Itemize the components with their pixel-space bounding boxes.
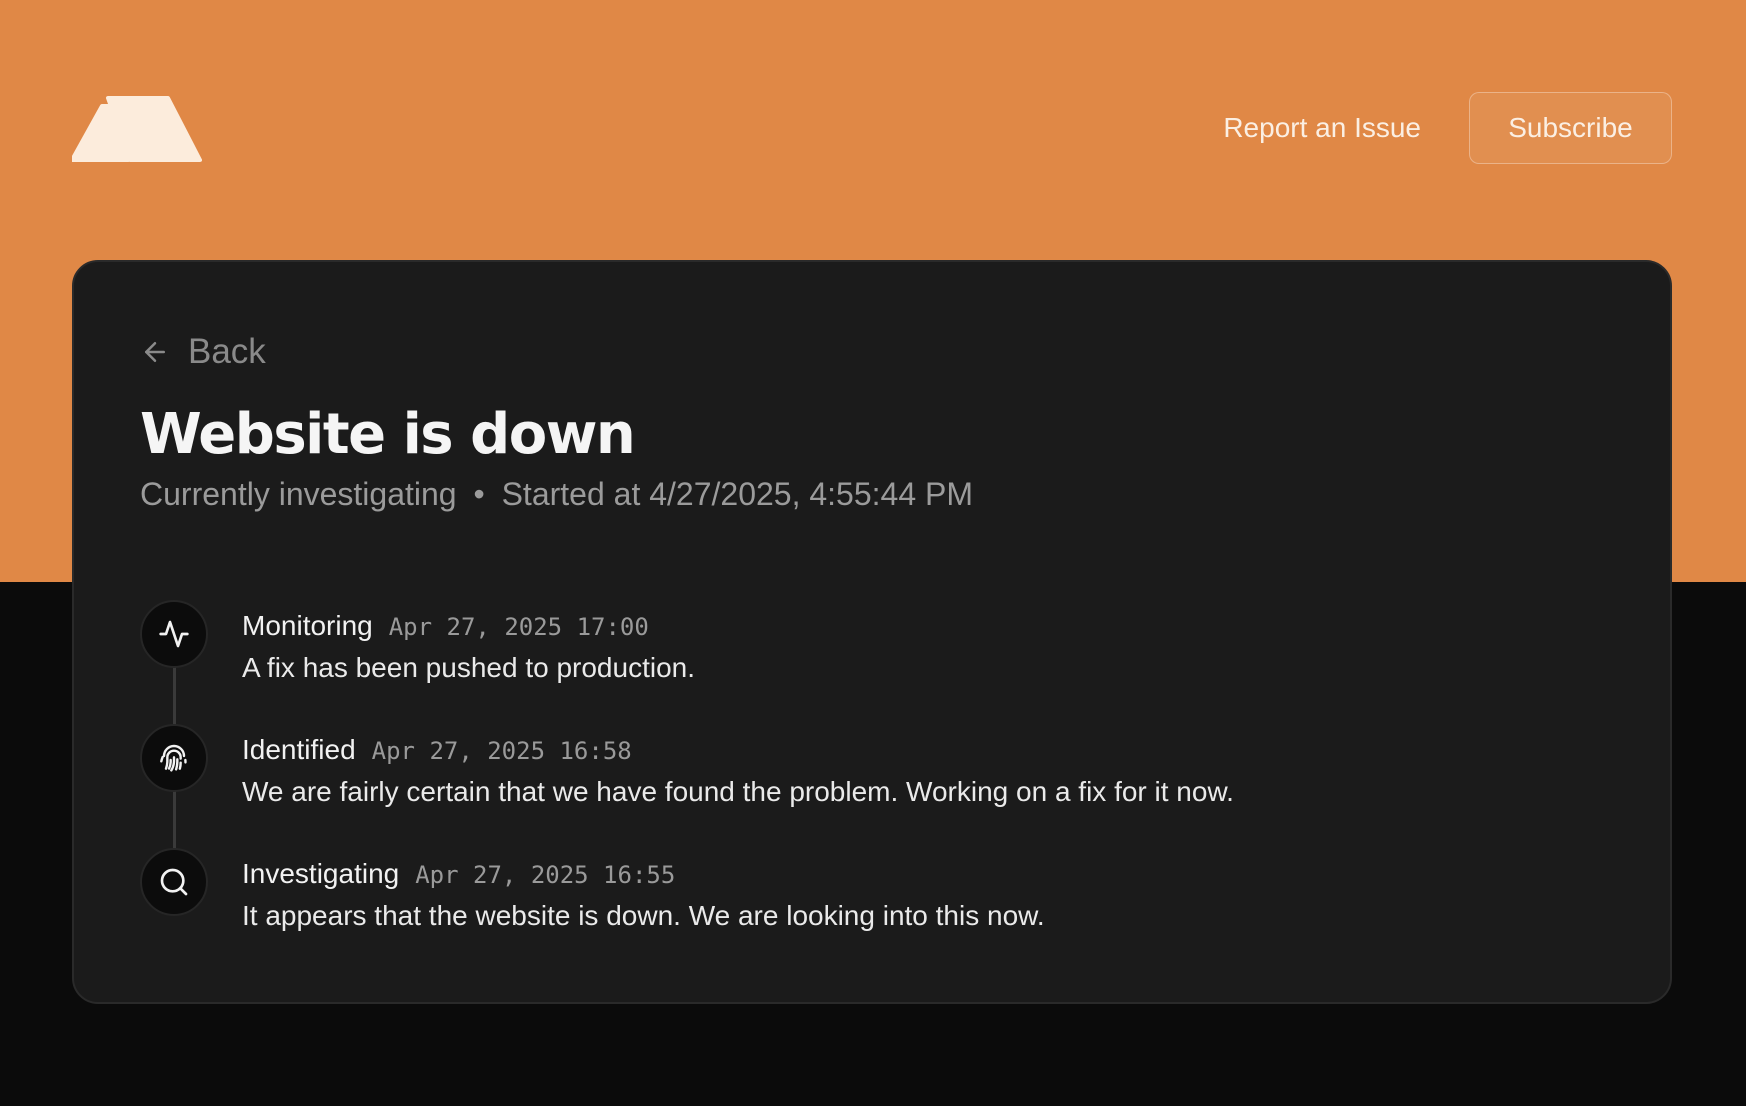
update-message: We are fairly certain that we have found… [242, 776, 1234, 807]
incident-card: Back Website is down Currently investiga… [72, 260, 1672, 1004]
report-issue-link[interactable]: Report an Issue [1223, 106, 1421, 150]
update-message: It appears that the website is down. We … [242, 900, 1045, 931]
timeline-item-investigating: Investigating Apr 27, 2025 16:55 It appe… [140, 848, 1590, 931]
incident-meta: Currently investigating • Started at 4/2… [140, 476, 973, 513]
meta-separator: • [473, 476, 485, 512]
activity-icon [140, 600, 208, 668]
incident-started: Started at 4/27/2025, 4:55:44 PM [501, 476, 974, 512]
incident-title: Website is down [140, 402, 636, 467]
timeline-head: Investigating Apr 27, 2025 16:55 [242, 858, 675, 890]
arrow-left-icon [145, 342, 165, 362]
timeline-item-identified: Identified Apr 27, 2025 16:58 We are fai… [140, 724, 1590, 807]
fingerprint-icon [140, 724, 208, 792]
brand-logo[interactable] [72, 96, 202, 162]
update-status: Investigating [242, 858, 400, 889]
search-icon [140, 848, 208, 916]
timeline-item-monitoring: Monitoring Apr 27, 2025 17:00 A fix has … [140, 600, 1590, 683]
update-time: Apr 27, 2025 17:00 [388, 613, 649, 641]
timeline-head: Identified Apr 27, 2025 16:58 [242, 734, 632, 766]
back-label: Back [188, 332, 266, 371]
subscribe-button[interactable]: Subscribe [1469, 92, 1672, 164]
update-time: Apr 27, 2025 16:58 [371, 737, 632, 765]
update-message: A fix has been pushed to production. [242, 652, 695, 683]
incident-status: Currently investigating [140, 476, 457, 512]
update-status: Monitoring [242, 610, 373, 641]
update-status: Identified [242, 734, 356, 765]
status-page: Report an Issue Subscribe Back Website i… [0, 0, 1746, 1106]
update-time: Apr 27, 2025 16:55 [415, 861, 676, 889]
timeline-head: Monitoring Apr 27, 2025 17:00 [242, 610, 649, 642]
back-link[interactable]: Back [140, 332, 266, 372]
